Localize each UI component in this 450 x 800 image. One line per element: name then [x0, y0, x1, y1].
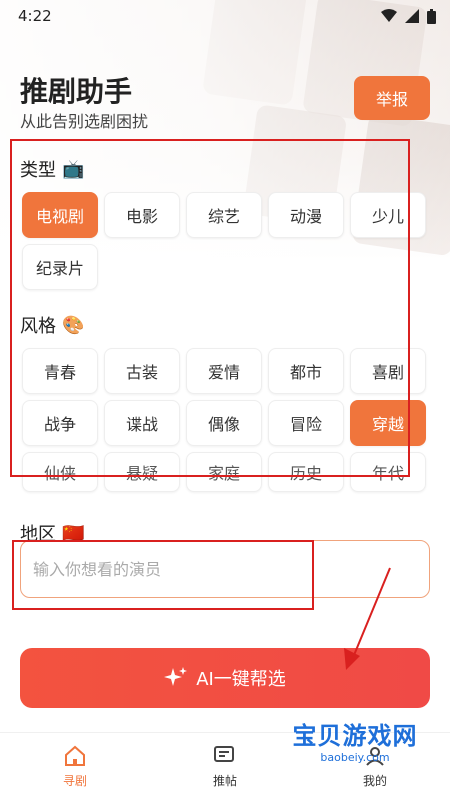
- sparkle-icon: [164, 667, 188, 686]
- nav-label: 推帖: [212, 774, 237, 788]
- style-label: 风格: [20, 316, 56, 337]
- nav-item-posts[interactable]: 推帖: [170, 744, 280, 789]
- nav-item-find-drama[interactable]: 寻剧: [20, 744, 130, 789]
- type-chip-documentary[interactable]: 纪录片: [22, 244, 98, 290]
- type-section-label: 类型 📺: [20, 156, 84, 182]
- style-chip-romance[interactable]: 爱情: [186, 348, 262, 394]
- style-chip-comedy[interactable]: 喜剧: [350, 348, 426, 394]
- status-bar: 4:22: [0, 0, 450, 32]
- style-chip-era[interactable]: 年代: [350, 452, 426, 492]
- battery-icon: [427, 8, 436, 24]
- style-chip-time-travel[interactable]: 穿越: [350, 400, 426, 446]
- style-chip-idol[interactable]: 偶像: [186, 400, 262, 446]
- type-chip-kids[interactable]: 少儿: [350, 192, 426, 238]
- nav-label: 寻剧: [62, 774, 87, 788]
- type-chip-anime[interactable]: 动漫: [268, 192, 344, 238]
- style-chip-spy[interactable]: 谍战: [104, 400, 180, 446]
- watermark: 宝贝游戏网 baobeiy.com: [270, 716, 440, 776]
- report-button[interactable]: 举报: [354, 76, 430, 120]
- style-chip-adventure[interactable]: 冒险: [268, 400, 344, 446]
- style-chip-youth[interactable]: 青春: [22, 348, 98, 394]
- type-chip-movie[interactable]: 电影: [104, 192, 180, 238]
- watermark-title: 宝贝游戏网: [292, 722, 418, 750]
- style-chip-xianxia[interactable]: 仙侠: [22, 452, 98, 492]
- type-chip-tv[interactable]: 电视剧: [22, 192, 98, 238]
- type-label: 类型: [20, 160, 56, 181]
- style-chip-family[interactable]: 家庭: [186, 452, 262, 492]
- ai-button-label: AI一键帮选: [196, 669, 286, 690]
- style-chip-history[interactable]: 历史: [268, 452, 344, 492]
- signal-icon: [405, 9, 419, 23]
- style-chip-urban[interactable]: 都市: [268, 348, 344, 394]
- page-subtitle: 从此告别选剧困扰: [20, 112, 149, 131]
- style-chip-costume[interactable]: 古装: [104, 348, 180, 394]
- tv-icon: 📺: [62, 158, 85, 180]
- wifi-icon: [381, 9, 397, 22]
- status-time: 4:22: [18, 7, 52, 25]
- page-title: 推剧助手: [20, 75, 133, 108]
- style-section-label: 风格 🎨: [20, 312, 84, 338]
- palette-icon: 🎨: [62, 314, 85, 336]
- watermark-url: baobeiy.com: [320, 751, 390, 764]
- chat-icon: [214, 746, 234, 762]
- style-chip-mystery[interactable]: 悬疑: [104, 452, 180, 492]
- annotation-arrow-icon: [344, 567, 391, 670]
- style-chip-war[interactable]: 战争: [22, 400, 98, 446]
- home-icon: [65, 745, 85, 766]
- type-chip-variety[interactable]: 综艺: [186, 192, 262, 238]
